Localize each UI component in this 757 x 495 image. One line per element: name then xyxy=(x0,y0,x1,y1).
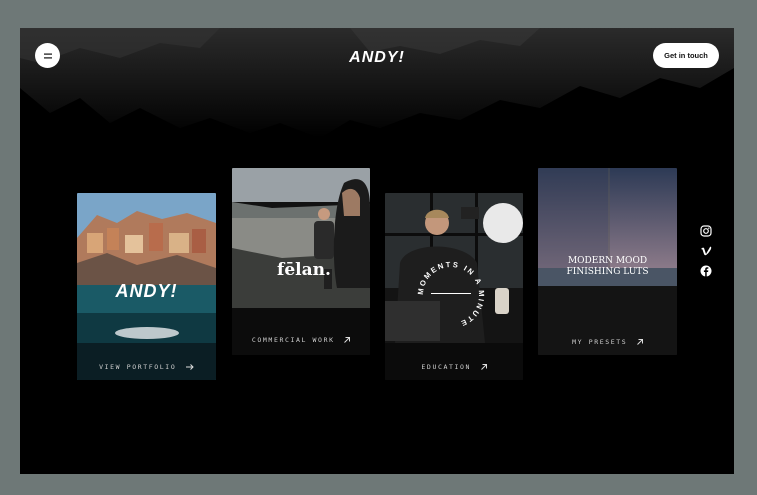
instagram-icon[interactable] xyxy=(700,225,712,237)
site-logo[interactable]: ANDY! xyxy=(20,49,734,67)
card-label-row: COMMERCIAL WORK xyxy=(232,336,370,344)
get-in-touch-button[interactable]: Get in touch xyxy=(653,43,719,68)
presets-title-line-2: FINISHING LUTS xyxy=(566,267,649,277)
hero-section: ANDY! Get in touch ANDY! VIEW PORTFOLIO xyxy=(20,28,734,474)
svg-text:MOMENTS IN A MINUTE: MOMENTS IN A MINUTE xyxy=(416,260,486,329)
arrow-up-right-icon xyxy=(344,337,351,343)
commercial-work-label: COMMERCIAL WORK xyxy=(251,336,335,344)
card-overlay-title: ANDY! xyxy=(115,281,178,301)
card-label-row: MY PRESETS xyxy=(538,338,677,346)
view-portfolio-label: VIEW PORTFOLIO xyxy=(99,363,177,371)
card-portfolio[interactable]: ANDY! VIEW PORTFOLIO xyxy=(77,193,216,380)
card-education[interactable]: MOMENTS IN A MINUTE EDUCATION xyxy=(385,193,523,380)
card-presets[interactable]: MODERN MOOD FINISHING LUTS MY PRESETS xyxy=(538,168,677,355)
vimeo-icon[interactable] xyxy=(700,245,712,257)
moments-in-a-minute-badge: MOMENTS IN A MINUTE xyxy=(416,260,486,329)
presets-title-line-1: MODERN MOOD xyxy=(567,256,648,266)
arrow-up-right-icon xyxy=(480,364,487,370)
facebook-icon[interactable] xyxy=(700,265,712,277)
card-overlay-title: fēlan. xyxy=(277,260,331,280)
education-label: EDUCATION xyxy=(421,363,472,371)
card-commercial[interactable]: fēlan. COMMERCIAL WORK xyxy=(232,168,370,355)
my-presets-label: MY PRESETS xyxy=(572,338,628,346)
arrow-up-right-icon xyxy=(636,339,643,345)
card-label-row: EDUCATION xyxy=(385,363,523,371)
card-label-row: VIEW PORTFOLIO xyxy=(77,363,216,371)
social-links xyxy=(700,225,712,285)
arrow-right-icon xyxy=(185,364,194,370)
